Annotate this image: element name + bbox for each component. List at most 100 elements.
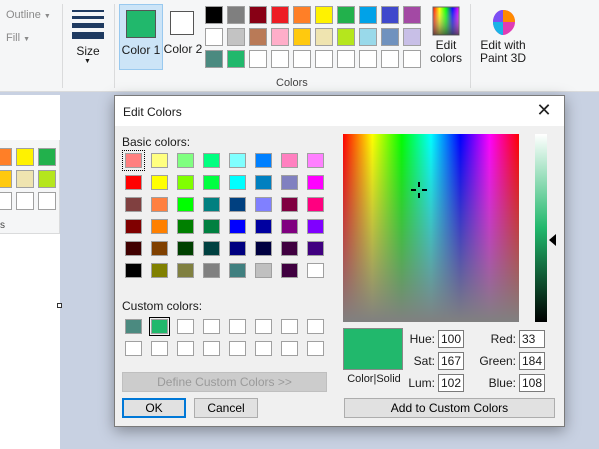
basic-color-swatch[interactable] [281, 197, 298, 212]
palette-swatch[interactable] [403, 28, 421, 46]
basic-color-swatch[interactable] [125, 219, 142, 234]
palette-swatch[interactable] [359, 50, 377, 68]
red-field[interactable]: 33 [519, 330, 545, 348]
palette-swatch[interactable] [205, 50, 223, 68]
green-field[interactable]: 184 [519, 352, 545, 370]
basic-color-swatch[interactable] [281, 153, 298, 168]
basic-color-swatch[interactable] [177, 197, 194, 212]
basic-color-swatch[interactable] [281, 219, 298, 234]
basic-color-swatch[interactable] [203, 153, 220, 168]
basic-color-swatch[interactable] [151, 219, 168, 234]
basic-color-swatch[interactable] [281, 263, 298, 278]
palette-swatch[interactable] [271, 28, 289, 46]
color-spectrum-picker[interactable] [343, 134, 519, 322]
blue-field[interactable]: 108 [519, 374, 545, 392]
basic-color-swatch[interactable] [203, 241, 220, 256]
dialog-titlebar[interactable]: Edit Colors ✕ [115, 96, 564, 126]
shape-outline-dropdown[interactable]: Outline ▼ [6, 9, 51, 21]
palette-swatch[interactable] [293, 28, 311, 46]
custom-color-swatch[interactable] [255, 341, 272, 356]
palette-swatch[interactable] [315, 28, 333, 46]
basic-color-swatch[interactable] [203, 175, 220, 190]
basic-color-swatch[interactable] [177, 175, 194, 190]
color2-button[interactable]: Color 2 [161, 4, 205, 70]
basic-color-swatch[interactable] [307, 241, 324, 256]
palette-swatch[interactable] [293, 50, 311, 68]
palette-swatch[interactable] [249, 6, 267, 24]
add-to-custom-colors-button[interactable]: Add to Custom Colors [344, 398, 555, 418]
palette-swatch[interactable] [381, 28, 399, 46]
basic-color-swatch[interactable] [151, 197, 168, 212]
basic-color-swatch[interactable] [203, 263, 220, 278]
basic-color-swatch[interactable] [125, 175, 142, 190]
palette-swatch[interactable] [337, 50, 355, 68]
basic-color-swatch[interactable] [203, 197, 220, 212]
basic-color-swatch[interactable] [255, 175, 272, 190]
basic-color-swatch[interactable] [177, 263, 194, 278]
shape-fill-dropdown[interactable]: Fill ▼ [6, 32, 30, 44]
basic-color-swatch[interactable] [281, 241, 298, 256]
palette-swatch[interactable] [249, 50, 267, 68]
luminosity-arrow-icon[interactable] [549, 234, 556, 246]
palette-swatch[interactable] [249, 28, 267, 46]
palette-swatch[interactable] [359, 28, 377, 46]
custom-color-swatch[interactable] [229, 319, 246, 334]
custom-color-swatch[interactable] [281, 319, 298, 334]
ok-button[interactable]: OK [122, 398, 186, 418]
custom-color-swatch[interactable] [281, 341, 298, 356]
custom-color-swatch[interactable] [177, 341, 194, 356]
palette-swatch[interactable] [315, 50, 333, 68]
palette-swatch[interactable] [381, 6, 399, 24]
palette-swatch[interactable] [227, 50, 245, 68]
basic-color-swatch[interactable] [151, 175, 168, 190]
palette-swatch[interactable] [271, 6, 289, 24]
custom-color-swatch[interactable] [125, 341, 142, 356]
basic-color-swatch[interactable] [122, 150, 145, 171]
close-icon[interactable]: ✕ [532, 99, 556, 123]
palette-swatch[interactable] [337, 6, 355, 24]
basic-color-swatch[interactable] [255, 153, 272, 168]
basic-color-swatch[interactable] [151, 153, 168, 168]
basic-color-swatch[interactable] [307, 197, 324, 212]
custom-color-swatch[interactable] [203, 319, 220, 334]
palette-swatch[interactable] [205, 28, 223, 46]
custom-color-swatch[interactable] [177, 319, 194, 334]
basic-color-swatch[interactable] [307, 219, 324, 234]
basic-color-swatch[interactable] [255, 219, 272, 234]
basic-color-swatch[interactable] [281, 175, 298, 190]
basic-color-swatch[interactable] [125, 197, 142, 212]
basic-color-swatch[interactable] [177, 241, 194, 256]
hue-field[interactable]: 100 [438, 330, 464, 348]
custom-color-swatch[interactable] [125, 319, 142, 334]
custom-color-swatch[interactable] [151, 341, 168, 356]
color1-button[interactable]: Color 1 [119, 4, 163, 70]
basic-color-swatch[interactable] [229, 263, 246, 278]
basic-color-swatch[interactable] [229, 219, 246, 234]
custom-color-swatch[interactable] [307, 341, 324, 356]
basic-color-swatch[interactable] [203, 219, 220, 234]
palette-swatch[interactable] [381, 50, 399, 68]
basic-color-swatch[interactable] [177, 153, 194, 168]
define-custom-colors-button[interactable]: Define Custom Colors >> [122, 372, 327, 392]
basic-color-swatch[interactable] [229, 153, 246, 168]
cancel-button[interactable]: Cancel [194, 398, 258, 418]
palette-swatch[interactable] [359, 6, 377, 24]
sat-field[interactable]: 167 [438, 352, 464, 370]
custom-color-swatch[interactable] [203, 341, 220, 356]
basic-color-swatch[interactable] [307, 153, 324, 168]
basic-color-swatch[interactable] [307, 175, 324, 190]
custom-color-swatch[interactable] [307, 319, 324, 334]
palette-swatch[interactable] [403, 50, 421, 68]
basic-color-swatch[interactable] [229, 241, 246, 256]
custom-color-swatch[interactable] [255, 319, 272, 334]
basic-color-swatch[interactable] [125, 263, 142, 278]
palette-swatch[interactable] [271, 50, 289, 68]
edit-with-paint3d-button[interactable]: Edit with Paint 3D [476, 8, 530, 65]
basic-color-swatch[interactable] [255, 197, 272, 212]
edit-colors-button[interactable]: Edit colors [426, 6, 466, 65]
basic-color-swatch[interactable] [307, 263, 324, 278]
basic-color-swatch[interactable] [229, 197, 246, 212]
palette-swatch[interactable] [293, 6, 311, 24]
luminosity-slider[interactable] [535, 134, 547, 322]
palette-swatch[interactable] [403, 6, 421, 24]
